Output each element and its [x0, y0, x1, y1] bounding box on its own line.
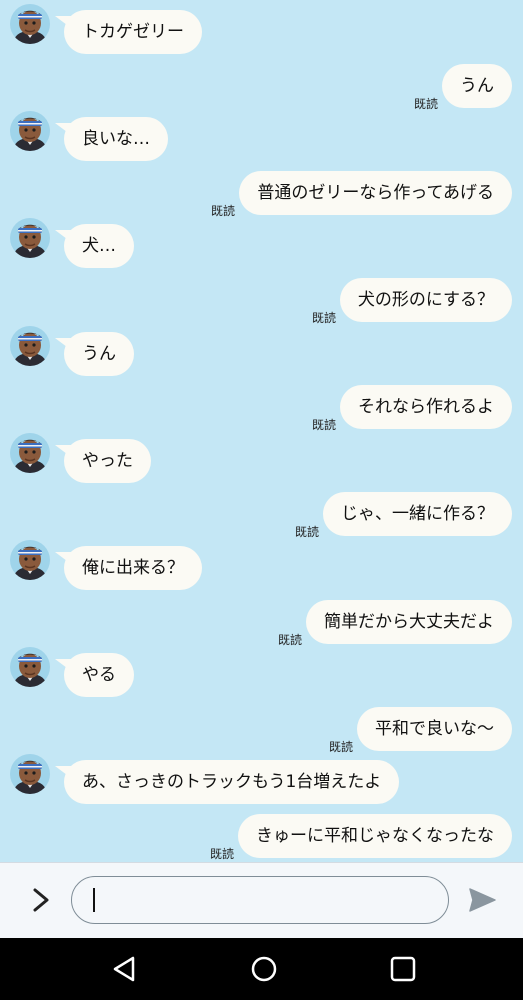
- message-bubble[interactable]: あ、さっきのトラックもう1台増えたよ: [54, 760, 400, 805]
- incoming-message: 俺に出来る？: [0, 540, 523, 590]
- chat-area[interactable]: トカゲゼリー うん 既読 良いな… 普通のゼリーなら作ってあげる 既読 犬… 犬の形のにする？…: [0, 0, 523, 862]
- message-bubble[interactable]: 普通のゼリーなら作ってあげる: [239, 170, 512, 215]
- message-bubble[interactable]: やる: [55, 653, 134, 698]
- avatar[interactable]: [10, 218, 50, 259]
- message-bubble[interactable]: うん: [442, 63, 512, 108]
- message-bubble[interactable]: きゅーに平和じゃなくなったな: [238, 814, 512, 858]
- incoming-message: トカゲゼリー: [0, 4, 523, 54]
- read-receipt: 既読: [328, 739, 353, 754]
- message-bubble[interactable]: 平和で良いな〜: [357, 706, 512, 751]
- read-receipt: 既読: [209, 847, 234, 861]
- message-bubble[interactable]: じゃ、一緒に作る？: [323, 492, 512, 537]
- outgoing-message: うん 既読: [0, 63, 523, 111]
- read-receipt: 既読: [311, 311, 336, 325]
- outgoing-message: それなら作れるよ 既読: [0, 385, 523, 432]
- incoming-message: やった: [0, 432, 523, 483]
- read-receipt: 既読: [210, 203, 235, 218]
- avatar[interactable]: [10, 4, 50, 44]
- avatar[interactable]: [10, 111, 50, 152]
- outgoing-message: きゅーに平和じゃなくなったな 既読: [0, 814, 523, 861]
- message-bubble[interactable]: トカゲゼリー: [55, 10, 202, 54]
- avatar[interactable]: [10, 647, 50, 688]
- read-receipt: 既読: [413, 96, 438, 111]
- chevron-right-icon[interactable]: [26, 885, 56, 915]
- outgoing-message: じゃ、一緒に作る？ 既読: [0, 492, 523, 539]
- incoming-message: 良いな…: [0, 111, 523, 162]
- incoming-message: あ、さっきのトラックもう1台増えたよ: [0, 754, 523, 805]
- recents-square-icon[interactable]: [388, 954, 418, 984]
- read-receipt: 既読: [294, 525, 319, 540]
- message-bubble[interactable]: うん: [55, 331, 134, 376]
- text-caret: [93, 888, 95, 912]
- outgoing-message: 普通のゼリーなら作ってあげる 既読: [0, 170, 523, 218]
- avatar[interactable]: [10, 325, 50, 366]
- send-icon[interactable]: [467, 885, 497, 915]
- home-circle-icon[interactable]: [249, 954, 279, 984]
- message-bubble[interactable]: やった: [55, 438, 151, 483]
- outgoing-message: 犬の形のにする？ 既読: [0, 278, 523, 325]
- incoming-message: うん: [0, 325, 523, 376]
- outgoing-message: 簡単だから大丈夫だよ 既読: [0, 599, 523, 647]
- message-bubble[interactable]: それなら作れるよ: [340, 385, 512, 430]
- message-bubble[interactable]: 犬…: [55, 224, 134, 269]
- navigation-bar: [0, 938, 523, 1000]
- incoming-message: やる: [0, 647, 523, 698]
- back-triangle-icon[interactable]: [110, 954, 140, 984]
- message-bubble[interactable]: 犬の形のにする？: [339, 278, 512, 322]
- read-receipt: 既読: [311, 418, 336, 433]
- message-bubble[interactable]: 俺に出来る？: [55, 546, 202, 590]
- avatar[interactable]: [10, 754, 50, 795]
- input-bar: [0, 862, 523, 938]
- message-input[interactable]: [71, 876, 449, 924]
- message-bubble[interactable]: 良いな…: [55, 117, 168, 162]
- incoming-message: 犬…: [0, 218, 523, 269]
- avatar[interactable]: [10, 540, 50, 580]
- outgoing-message: 平和で良いな〜 既読: [0, 706, 523, 754]
- message-bubble[interactable]: 簡単だから大丈夫だよ: [306, 599, 512, 644]
- avatar[interactable]: [10, 432, 50, 473]
- read-receipt: 既読: [277, 632, 302, 647]
